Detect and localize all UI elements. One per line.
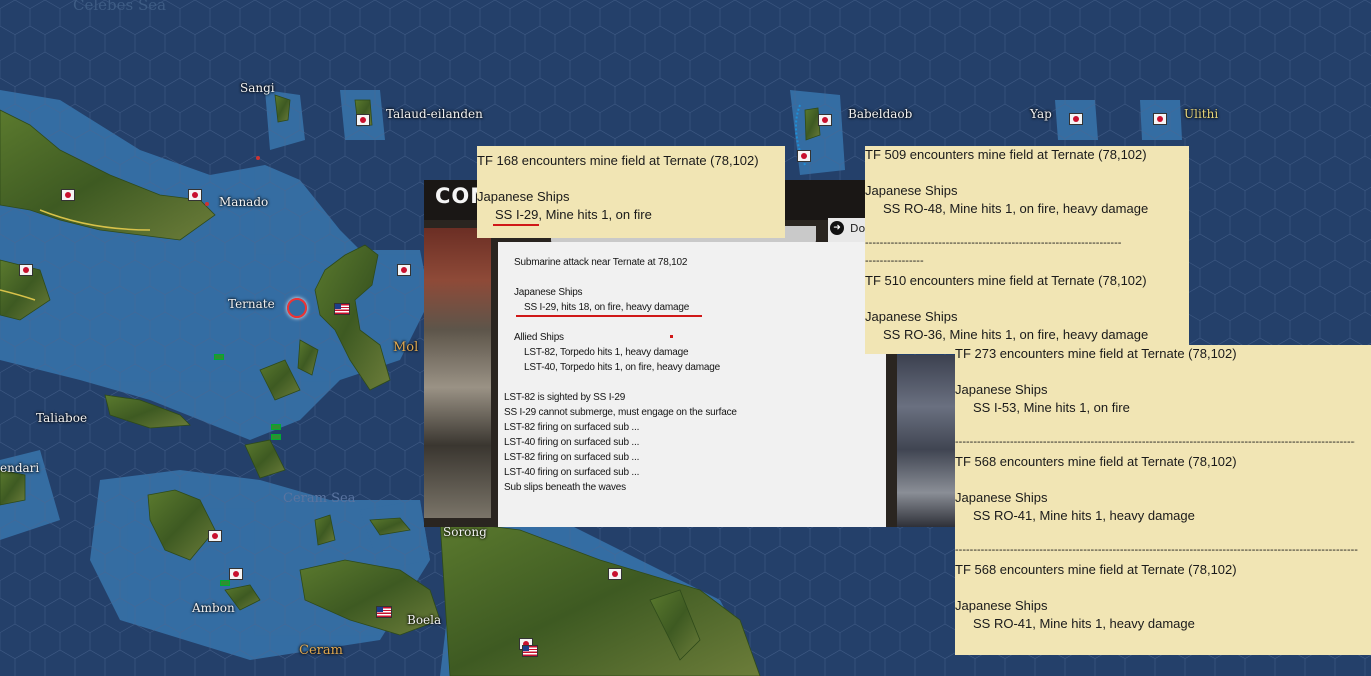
map-label-ambon[interactable]: Ambon xyxy=(192,601,235,615)
task-force-icon[interactable] xyxy=(220,580,230,586)
note-ship-line: SS RO-36, Mine hits 1, on fire, heavy da… xyxy=(883,327,1149,342)
map-label-ternate[interactable]: Ternate xyxy=(228,297,275,311)
task-force-icon[interactable] xyxy=(214,354,224,360)
report-event: LST-82 firing on surfaced sub ... xyxy=(504,452,640,463)
note-ship-line: SS RO-41, Mine hits 1, heavy damage xyxy=(973,616,1195,631)
note-separator: ---------------- xyxy=(865,255,924,267)
map-label-celebes-sea: Celebes Sea xyxy=(73,0,167,14)
report-event: SS I-29 cannot submerge, must engage on … xyxy=(504,407,737,418)
report-japanese-ship: SS I-29, hits 18, on fire, heavy damage xyxy=(524,302,690,313)
report-event: LST-82 is sighted by SS I-29 xyxy=(504,392,626,403)
japanese-base-flag-icon[interactable] xyxy=(61,189,75,201)
note-title: TF 568 encounters mine field at Ternate … xyxy=(955,454,1237,469)
note-ships-header: Japanese Ships xyxy=(865,183,958,198)
combat-left-photo xyxy=(424,228,491,518)
allied-unit-flag-icon[interactable] xyxy=(334,303,350,315)
note-ship-line: SS I-29, Mine hits 1, on fire xyxy=(495,207,652,222)
note-ship-line: SS I-53, Mine hits 1, on fire xyxy=(973,400,1130,415)
map-label-ceram-sea: Ceram Sea xyxy=(283,491,356,506)
report-allied-header: Allied Ships xyxy=(514,332,564,343)
japanese-base-flag-icon[interactable] xyxy=(356,114,370,126)
map-label-manado[interactable]: Manado xyxy=(219,195,268,209)
task-force-icon[interactable] xyxy=(271,424,281,430)
note-ships-header: Japanese Ships xyxy=(865,309,958,324)
report-event: LST-40 firing on surfaced sub ... xyxy=(504,467,640,478)
note-ships-header: Japanese Ships xyxy=(955,598,1048,613)
note-ships-header: Japanese Ships xyxy=(955,382,1048,397)
japanese-base-flag-icon[interactable] xyxy=(1069,113,1083,125)
map-label-talaud[interactable]: Talaud-eilanden xyxy=(386,107,483,121)
highlight-underline xyxy=(493,224,539,226)
report-allied-ship: LST-82, Torpedo hits 1, heavy damage xyxy=(524,347,689,358)
map-label-babeldaob[interactable]: Babeldaob xyxy=(848,107,912,121)
report-japanese-header: Japanese Ships xyxy=(514,287,583,298)
japanese-base-flag-icon[interactable] xyxy=(188,189,202,201)
japanese-base-flag-icon[interactable] xyxy=(608,568,622,580)
map-label-yap[interactable]: Yap xyxy=(1030,107,1052,121)
map-label-boela[interactable]: Boela xyxy=(407,613,441,627)
report-header: Submarine attack near Ternate at 78,102 xyxy=(514,257,688,268)
highlight-mark xyxy=(670,335,673,338)
note-separator: ----------------------------------------… xyxy=(955,436,1355,448)
note-title: TF 509 encounters mine field at Ternate … xyxy=(865,147,1147,162)
report-event: Sub slips beneath the waves xyxy=(504,482,626,493)
combat-report-text: Submarine attack near Ternate at 78,102 … xyxy=(498,242,886,527)
note-title: TF 273 encounters mine field at Ternate … xyxy=(955,346,1237,361)
combat-right-photo xyxy=(897,355,955,527)
japanese-base-flag-icon[interactable] xyxy=(1153,113,1167,125)
mine-report-note: TF 168 encounters mine field at Ternate … xyxy=(477,146,785,238)
map-label-sorong[interactable]: Sorong xyxy=(443,525,487,539)
report-allied-ship: LST-40, Torpedo hits 1, on fire, heavy d… xyxy=(524,362,720,373)
japanese-base-flag-icon[interactable] xyxy=(818,114,832,126)
allied-unit-flag-icon[interactable] xyxy=(376,606,392,618)
map-label-ulithi[interactable]: Ulithi xyxy=(1184,107,1218,121)
note-separator: ----------------------------------------… xyxy=(865,237,1122,249)
highlight-underline xyxy=(516,315,702,317)
report-event: LST-82 firing on surfaced sub ... xyxy=(504,422,640,433)
note-ships-header: Japanese Ships xyxy=(955,490,1048,505)
report-event: LST-40 firing on surfaced sub ... xyxy=(504,437,640,448)
map-dot-icon xyxy=(205,202,209,206)
map-dot-icon xyxy=(256,156,260,160)
map-label-ceram: Ceram xyxy=(299,643,343,658)
note-separator: ----------------------------------------… xyxy=(955,544,1358,556)
mine-report-note: TF 509 encounters mine field at Ternate … xyxy=(865,146,1189,354)
note-ship-line: SS RO-48, Mine hits 1, on fire, heavy da… xyxy=(883,201,1149,216)
mine-report-note: TF 273 encounters mine field at Ternate … xyxy=(955,345,1371,655)
arrow-right-icon: ➜ xyxy=(830,221,844,235)
note-ships-header: Japanese Ships xyxy=(477,189,570,204)
note-title: TF 510 encounters mine field at Ternate … xyxy=(865,273,1147,288)
japanese-base-flag-icon[interactable] xyxy=(19,264,33,276)
map-label-sangi[interactable]: Sangi xyxy=(240,81,275,95)
note-title: TF 168 encounters mine field at Ternate … xyxy=(477,153,759,168)
map-label-kendari[interactable]: endari xyxy=(0,461,39,475)
japanese-base-flag-icon[interactable] xyxy=(229,568,243,580)
japanese-base-flag-icon[interactable] xyxy=(208,530,222,542)
note-title: TF 568 encounters mine field at Ternate … xyxy=(955,562,1237,577)
task-force-icon[interactable] xyxy=(271,434,281,440)
map-label-molucca: Mol xyxy=(393,340,419,355)
japanese-base-flag-icon[interactable] xyxy=(397,264,411,276)
allied-unit-flag-icon[interactable] xyxy=(522,645,538,657)
note-ship-line: SS RO-41, Mine hits 1, heavy damage xyxy=(973,508,1195,523)
japanese-base-flag-icon[interactable] xyxy=(797,150,811,162)
minefield-target-icon[interactable] xyxy=(287,298,307,318)
map-label-taliaboe[interactable]: Taliaboe xyxy=(36,411,87,425)
